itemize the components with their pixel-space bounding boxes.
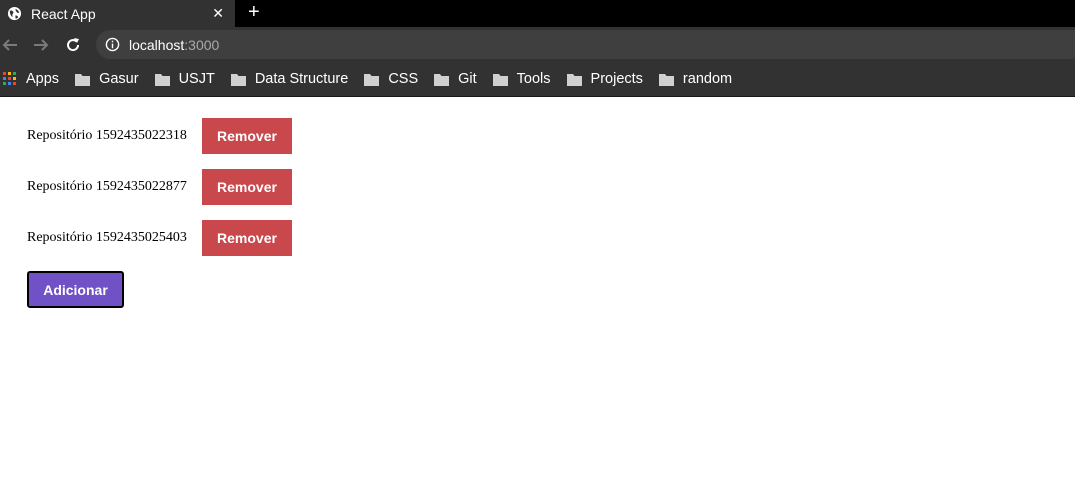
folder-icon <box>154 73 170 86</box>
browser-toolbar: localhost:3000 <box>0 27 1075 62</box>
folder-icon <box>434 73 450 86</box>
folder-icon <box>364 73 380 86</box>
bookmark-gasur[interactable]: Gasur <box>75 71 139 87</box>
folder-icon <box>566 73 582 86</box>
bookmark-label: Apps <box>26 71 60 87</box>
bookmark-git[interactable]: Git <box>434 71 477 87</box>
browser-tab-bar: React App ✕ + <box>0 0 1075 27</box>
list-item: Repositório 1592435022877 Remover <box>27 169 1075 205</box>
bookmark-css[interactable]: CSS <box>364 71 418 87</box>
reload-icon[interactable] <box>63 35 83 55</box>
repository-label: Repositório 1592435022318 <box>27 128 187 143</box>
bookmark-projects[interactable]: Projects <box>566 71 643 87</box>
url-host: localhost <box>129 36 185 53</box>
bookmarks-bar: Apps Gasur USJT Data Structure CSS Git T… <box>0 62 1075 97</box>
bookmark-data-structure[interactable]: Data Structure <box>230 71 349 87</box>
list-item: Repositório 1592435022318 Remover <box>27 118 1075 154</box>
bookmark-label: USJT <box>178 71 215 87</box>
folder-icon <box>658 73 674 86</box>
bookmark-label: CSS <box>388 71 419 87</box>
tab-title: React App <box>31 5 96 22</box>
new-tab-icon[interactable]: + <box>248 2 260 22</box>
bookmark-label: Git <box>458 71 477 87</box>
remove-button[interactable]: Remover <box>202 220 292 256</box>
folder-icon <box>230 73 246 86</box>
folder-icon <box>75 73 91 86</box>
browser-tab[interactable]: React App ✕ <box>0 0 235 27</box>
address-bar[interactable]: localhost:3000 <box>96 30 1075 59</box>
url-port: :3000 <box>184 36 220 53</box>
bookmark-label: Projects <box>590 71 643 87</box>
remove-button[interactable]: Remover <box>202 169 292 205</box>
folder-icon <box>492 73 508 86</box>
close-tab-icon[interactable]: ✕ <box>212 6 224 20</box>
forward-icon[interactable] <box>31 35 51 55</box>
remove-button[interactable]: Remover <box>202 118 292 154</box>
repository-label: Repositório 1592435022877 <box>27 179 187 194</box>
bookmark-tools[interactable]: Tools <box>492 71 551 87</box>
bookmark-label: Tools <box>516 71 551 87</box>
page-content: Repositório 1592435022318 Remover Reposi… <box>0 97 1075 308</box>
apps-grid-icon <box>3 72 16 85</box>
bookmark-usjt[interactable]: USJT <box>154 71 215 87</box>
bookmark-label: Gasur <box>99 71 139 87</box>
add-button[interactable]: Adicionar <box>27 271 124 308</box>
bookmark-apps[interactable]: Apps <box>3 71 59 87</box>
repository-label: Repositório 1592435025403 <box>27 230 187 245</box>
back-icon[interactable] <box>0 35 20 55</box>
bookmark-random[interactable]: random <box>658 71 733 87</box>
globe-icon <box>7 6 22 21</box>
bookmark-label: random <box>682 71 733 87</box>
bookmark-label: Data Structure <box>254 71 349 87</box>
list-item: Repositório 1592435025403 Remover <box>27 220 1075 256</box>
info-icon[interactable] <box>105 37 120 52</box>
